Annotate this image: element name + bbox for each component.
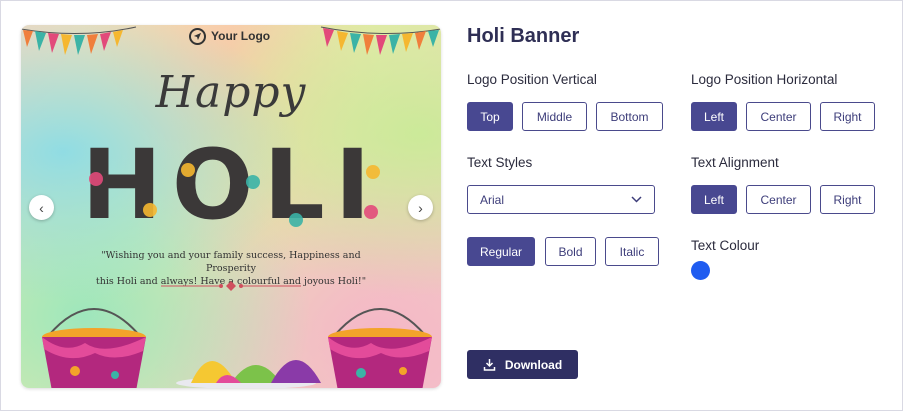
text-styles-label: Text Styles — [467, 155, 533, 170]
banner-quote-line: "Wishing you and your family success, Ha… — [101, 250, 361, 274]
text-align-right-button[interactable]: Right — [820, 185, 875, 214]
next-arrow-icon[interactable]: › — [408, 195, 433, 220]
logo-vertical-bottom-button[interactable]: Bottom — [596, 102, 663, 131]
banner-preview: Your Logo Happy HOLI "Wishing you and yo… — [21, 25, 441, 388]
text-style-bold-button[interactable]: Bold — [545, 237, 596, 266]
download-button[interactable]: Download — [467, 350, 578, 379]
banner-holi-text: HOLI — [81, 129, 381, 241]
colour-powder-image — [176, 360, 321, 388]
colour-bucket-image — [42, 308, 146, 388]
font-select[interactable]: Arial — [467, 185, 655, 214]
text-colour-swatch[interactable] — [691, 261, 710, 280]
download-button-label: Download — [504, 357, 563, 372]
banner-logo-text: Your Logo — [211, 29, 271, 43]
logo-vertical-top-button[interactable]: Top — [467, 102, 513, 131]
banner-happy-text: Happy — [155, 67, 307, 118]
logo-horizontal-right-button[interactable]: Right — [820, 102, 875, 131]
handprint-decoration — [364, 205, 378, 219]
logo-navigation-icon — [189, 27, 206, 45]
text-alignment-label: Text Alignment — [691, 155, 779, 170]
handprint-decoration — [89, 172, 103, 186]
handprint-decoration — [366, 165, 380, 179]
download-icon — [483, 359, 496, 371]
divider-ornament — [161, 281, 301, 291]
text-align-center-button[interactable]: Center — [746, 185, 811, 214]
logo-horizontal-label: Logo Position Horizontal — [691, 72, 838, 87]
font-select-value: Arial — [480, 192, 505, 207]
logo-vertical-middle-button[interactable]: Middle — [522, 102, 587, 131]
banner-logo: Your Logo — [189, 25, 270, 47]
app-frame: Your Logo Happy HOLI "Wishing you and yo… — [0, 0, 903, 411]
chevron-down-icon — [631, 196, 642, 203]
text-style-regular-button[interactable]: Regular — [467, 237, 535, 266]
prev-arrow-icon[interactable]: ‹ — [29, 195, 54, 220]
text-colour-label: Text Colour — [691, 238, 760, 253]
text-style-italic-button[interactable]: Italic — [605, 237, 659, 266]
logo-horizontal-center-button[interactable]: Center — [746, 102, 811, 131]
logo-vertical-label: Logo Position Vertical — [467, 72, 597, 87]
text-align-left-button[interactable]: Left — [691, 185, 737, 214]
handprint-decoration — [289, 213, 303, 227]
handprint-decoration — [246, 175, 260, 189]
colour-bucket-image — [328, 308, 432, 388]
handprint-decoration — [143, 203, 157, 217]
logo-horizontal-left-button[interactable]: Left — [691, 102, 737, 131]
handprint-decoration — [181, 163, 195, 177]
page-title: Holi Banner — [467, 25, 580, 47]
